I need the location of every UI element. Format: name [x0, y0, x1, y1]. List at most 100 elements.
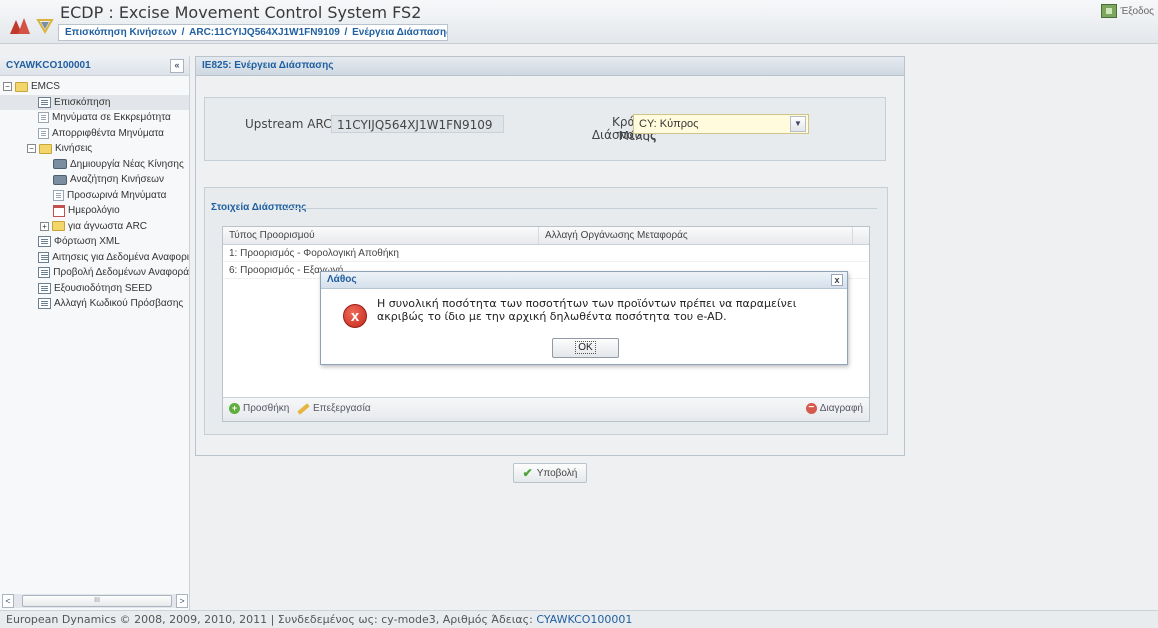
- tree-node-new-movement[interactable]: Δημιουργία Νέας Κίνησης: [0, 157, 189, 173]
- document-icon: [38, 127, 49, 139]
- tree-node-label: Αναζήτηση Κινήσεων: [70, 174, 164, 186]
- fieldset-divider: [285, 208, 877, 209]
- ok-label: OK: [575, 341, 596, 354]
- tree-node-label: Εξουσιοδότηση SEED: [54, 282, 153, 294]
- collapse-sidebar-button[interactable]: «: [170, 59, 184, 73]
- sidebar-user-id: CYAWKCO100001: [6, 60, 91, 71]
- scroll-left-button[interactable]: <: [2, 594, 14, 608]
- tree-node-view-reference-data[interactable]: Προβολή Δεδομένων Αναφορά: [0, 265, 189, 281]
- app-title: ECDP : Excise Movement Control System FS…: [60, 3, 422, 22]
- ecdp-logo: [10, 18, 54, 34]
- truck-add-icon: [53, 159, 67, 170]
- scroll-thumb[interactable]: III: [22, 595, 172, 607]
- scroll-track[interactable]: III: [14, 594, 176, 608]
- tree-node-label: EMCS: [31, 81, 60, 93]
- tree-node-label: Κινήσεις: [55, 143, 93, 155]
- split-action-panel: IE825: Ενέργεια Διάσπασης Upstream ARC 1…: [195, 56, 905, 456]
- delete-button[interactable]: − Διαγραφή: [805, 403, 863, 414]
- sidebar-horizontal-scrollbar[interactable]: < III >: [2, 594, 188, 608]
- tree-node-draft-messages[interactable]: Προσωρινά Μηνύματα: [0, 188, 189, 204]
- scroll-right-button[interactable]: >: [176, 594, 188, 608]
- tree-node-label: Ημερολόγιο: [68, 205, 120, 217]
- edit-button[interactable]: Επεξεργασία: [297, 402, 371, 415]
- tree-node-label: Αλλαγή Κωδικού Πρόσβασης: [54, 298, 184, 310]
- ok-button[interactable]: OK: [552, 338, 619, 358]
- tree-node-search-movements[interactable]: Αναζήτηση Κινήσεων: [0, 172, 189, 188]
- breadcrumb-arc[interactable]: ARC:11CYIJQ564XJ1W1FN9109: [189, 27, 340, 38]
- truck-search-icon: [53, 174, 67, 185]
- tree-node-rejected-messages[interactable]: Απορριφθέντα Μηνύματα: [0, 126, 189, 142]
- arc-info-box: Upstream ARC 11CYIJQ564XJ1W1FN9109 Κράτο…: [204, 97, 886, 161]
- dialog-header: Λάθος x: [321, 272, 847, 289]
- submit-label: Υποβολή: [536, 467, 578, 479]
- exit-label: Έξοδος: [1120, 5, 1154, 17]
- form-icon: [38, 282, 51, 294]
- document-icon: [53, 189, 64, 201]
- breadcrumb-separator: /: [181, 27, 185, 38]
- tree-node-label: Μηνύματα σε Εκκρεμότητα: [52, 112, 171, 124]
- add-button[interactable]: + Προσθήκη: [229, 403, 289, 414]
- form-icon: [38, 236, 51, 248]
- collapse-icon[interactable]: −: [27, 144, 36, 154]
- exit-button[interactable]: Έξοδος: [1101, 4, 1154, 18]
- tree-node-upload-xml[interactable]: Φόρτωση XML: [0, 234, 189, 250]
- add-label: Προσθήκη: [243, 403, 290, 414]
- column-header-transport-change[interactable]: Αλλαγή Οργάνωσης Μεταφοράς: [539, 227, 853, 244]
- app-header: ECDP : Excise Movement Control System FS…: [0, 0, 1158, 44]
- error-icon: x: [343, 304, 367, 328]
- chevron-down-icon[interactable]: ▼: [790, 116, 806, 132]
- calendar-icon: [53, 204, 65, 217]
- folder-open-icon: [15, 81, 28, 92]
- tree-node-label: Προβολή Δεδομένων Αναφορά: [53, 267, 189, 279]
- grid-toolbar: + Προσθήκη Επεξεργασία − Διαγραφή: [223, 397, 869, 421]
- breadcrumb-separator: /: [344, 27, 348, 38]
- sidebar: CYAWKCO100001 « − EMCS Επισκόπηση Μηνύμα…: [0, 56, 190, 610]
- document-icon: [38, 112, 49, 124]
- check-icon: ✔: [522, 466, 533, 480]
- expand-icon[interactable]: +: [40, 221, 49, 231]
- breadcrumb-movements-overview[interactable]: Επισκόπηση Κινήσεων: [65, 27, 177, 38]
- folder-icon: [52, 221, 65, 232]
- column-header-destination-type[interactable]: Τύπος Προορισμού: [223, 227, 539, 244]
- tree-node-pending-messages[interactable]: Μηνύματα σε Εκκρεμότητα: [0, 110, 189, 126]
- tree-node-seed-authorisation[interactable]: Εξουσιοδότηση SEED: [0, 281, 189, 297]
- exit-icon: [1101, 4, 1118, 18]
- close-icon[interactable]: x: [831, 274, 843, 286]
- delete-label: Διαγραφή: [819, 403, 863, 414]
- footer-text: European Dynamics © 2008, 2009, 2010, 20…: [6, 613, 537, 626]
- upstream-arc-field: 11CYIJQ564XJ1W1FN9109: [331, 115, 504, 133]
- collapse-icon[interactable]: −: [3, 82, 12, 92]
- tree-node-overview[interactable]: Επισκόπηση: [0, 94, 189, 110]
- tree-node-label: Απορριφθέντα Μηνύματα: [52, 127, 164, 139]
- member-state-select[interactable]: CY: Κύπρος ▼: [633, 114, 809, 134]
- error-dialog: Λάθος x x Η συνολική ποσότητα των ποσοτή…: [320, 271, 848, 365]
- tree-node-label: Επισκόπηση: [54, 96, 111, 108]
- breadcrumb-split-action: Ενέργεια Διάσπασης: [352, 27, 448, 38]
- member-state-value: CY: Κύπρος: [639, 118, 699, 130]
- tree-node-movements[interactable]: − Κινήσεις: [0, 141, 189, 157]
- nav-tree: − EMCS Επισκόπηση Μηνύματα σε Εκκρεμότητ…: [0, 76, 189, 312]
- dialog-title: Λάθος: [327, 274, 357, 285]
- submit-button[interactable]: ✔ Υποβολή: [513, 463, 587, 483]
- tree-node-emcs[interactable]: − EMCS: [0, 79, 189, 95]
- tree-node-unknown-arc[interactable]: + για άγνωστα ARC: [0, 219, 189, 235]
- tree-node-label: Φόρτωση XML: [54, 236, 120, 248]
- edit-label: Επεξεργασία: [313, 403, 371, 414]
- panel-title: IE825: Ενέργεια Διάσπασης: [196, 57, 904, 76]
- license-number: CYAWKCO100001: [536, 613, 633, 626]
- tree-node-calendar[interactable]: Ημερολόγιο: [0, 203, 189, 219]
- grid-header: Τύπος Προορισμού Αλλαγή Οργάνωσης Μεταφο…: [223, 227, 869, 245]
- tree-node-reference-data-requests[interactable]: Αιτησεις για Δεδομένα Αναφορι: [0, 250, 189, 266]
- tree-node-label: Προσωρινά Μηνύματα: [67, 189, 167, 201]
- plus-icon: +: [229, 403, 240, 414]
- upstream-arc-label: Upstream ARC: [245, 117, 332, 131]
- pencil-icon: [297, 402, 310, 415]
- sidebar-header: CYAWKCO100001 «: [0, 56, 189, 76]
- dialog-message: Η συνολική ποσότητα των ποσοτήτων των πρ…: [377, 297, 797, 323]
- tree-node-change-password[interactable]: Αλλαγή Κωδικού Πρόσβασης: [0, 296, 189, 312]
- breadcrumb: Επισκόπηση Κινήσεων / ARC:11CYIJQ564XJ1W…: [58, 24, 448, 41]
- form-icon: [38, 298, 51, 310]
- tree-node-label: Αιτησεις για Δεδομένα Αναφορι: [52, 251, 189, 263]
- grid-cell: [539, 245, 853, 261]
- table-row[interactable]: 1: Προορισμός - Φορολογική Αποθήκη: [223, 245, 869, 262]
